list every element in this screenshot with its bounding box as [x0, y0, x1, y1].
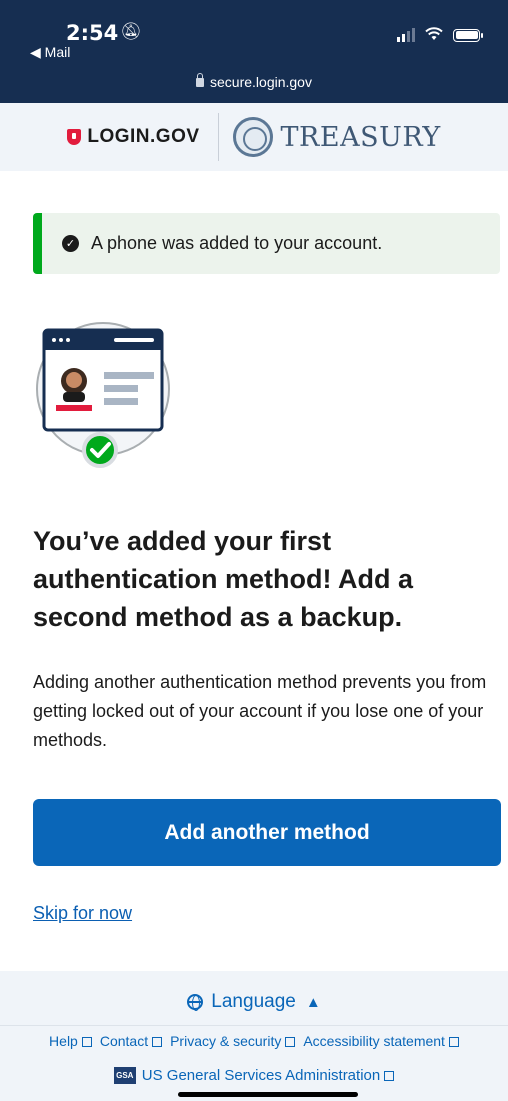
- seal-icon: [232, 117, 273, 157]
- gsa-logo: GSA: [113, 1067, 136, 1084]
- back-to-app-link[interactable]: ◀ Mail: [30, 44, 70, 61]
- battery-icon: [453, 28, 483, 42]
- external-link-icon: [285, 1036, 296, 1047]
- gsa-label: US General Services Administration: [141, 1067, 381, 1084]
- agency-name: TREASURY: [280, 121, 441, 153]
- external-link-icon: [448, 1036, 459, 1047]
- signal-icon: [397, 28, 415, 42]
- authentication-illustration: [36, 322, 170, 468]
- home-indicator: [178, 1092, 358, 1097]
- wifi-icon: [425, 27, 443, 43]
- page-title: You’ve added your first authentication m…: [33, 526, 413, 632]
- globe-icon: [187, 994, 204, 1011]
- status-icons: [397, 27, 483, 43]
- footer-link-accessibility[interactable]: Accessibility statement: [303, 1033, 459, 1049]
- external-link-icon: [152, 1036, 163, 1047]
- language-label: Language: [211, 991, 296, 1012]
- bell-slash-icon: 🔕︎: [120, 22, 142, 41]
- url-text: secure.login.gov: [210, 74, 312, 90]
- footer-link-label: Help: [49, 1032, 78, 1049]
- external-link-icon: [81, 1036, 92, 1047]
- footer-link-label: Accessibility statement: [303, 1032, 445, 1049]
- page-description: Adding another authentication method pre…: [33, 672, 487, 750]
- check-circle-icon: ✓: [62, 235, 79, 252]
- footer-link-label: Privacy & security: [170, 1032, 282, 1049]
- url-bar[interactable]: secure.login.gov: [0, 73, 508, 90]
- login-gov-logo[interactable]: LOGIN.GOV: [67, 126, 199, 148]
- header-divider: [217, 113, 219, 161]
- status-time: 2:54: [66, 21, 119, 45]
- caret-up-icon: ▲: [305, 993, 321, 1011]
- skip-for-now-link[interactable]: Skip for now: [33, 903, 132, 924]
- footer-link-help[interactable]: Help: [49, 1033, 92, 1049]
- alert-message: A phone was added to your account.: [91, 233, 383, 253]
- footer-link-contact[interactable]: Contact: [99, 1032, 163, 1049]
- login-gov-wordmark: LOGIN.GOV: [87, 126, 200, 147]
- success-alert: ✓ A phone was added to your account.: [33, 213, 500, 274]
- footer-link-privacy[interactable]: Privacy & security: [170, 1032, 296, 1049]
- add-another-method-button[interactable]: Add another method: [33, 799, 501, 866]
- lock-icon: [196, 73, 205, 87]
- external-link-icon: [384, 1070, 395, 1081]
- partner-header: LOGIN.GOV TREASURY: [0, 103, 508, 171]
- footer-link-label: Contact: [99, 1032, 149, 1049]
- footer: Language ▲ Help Contact Privacy & securi…: [0, 971, 508, 1101]
- gsa-link[interactable]: GSA US General Services Administration: [0, 1067, 508, 1084]
- status-and-url-bar: 2:54 🔕︎ ◀ Mail secure.login.gov: [0, 0, 508, 103]
- language-toggle[interactable]: Language ▲: [0, 981, 508, 1023]
- footer-links: Help Contact Privacy & security Accessib…: [0, 1025, 508, 1055]
- shield-icon: [67, 129, 82, 145]
